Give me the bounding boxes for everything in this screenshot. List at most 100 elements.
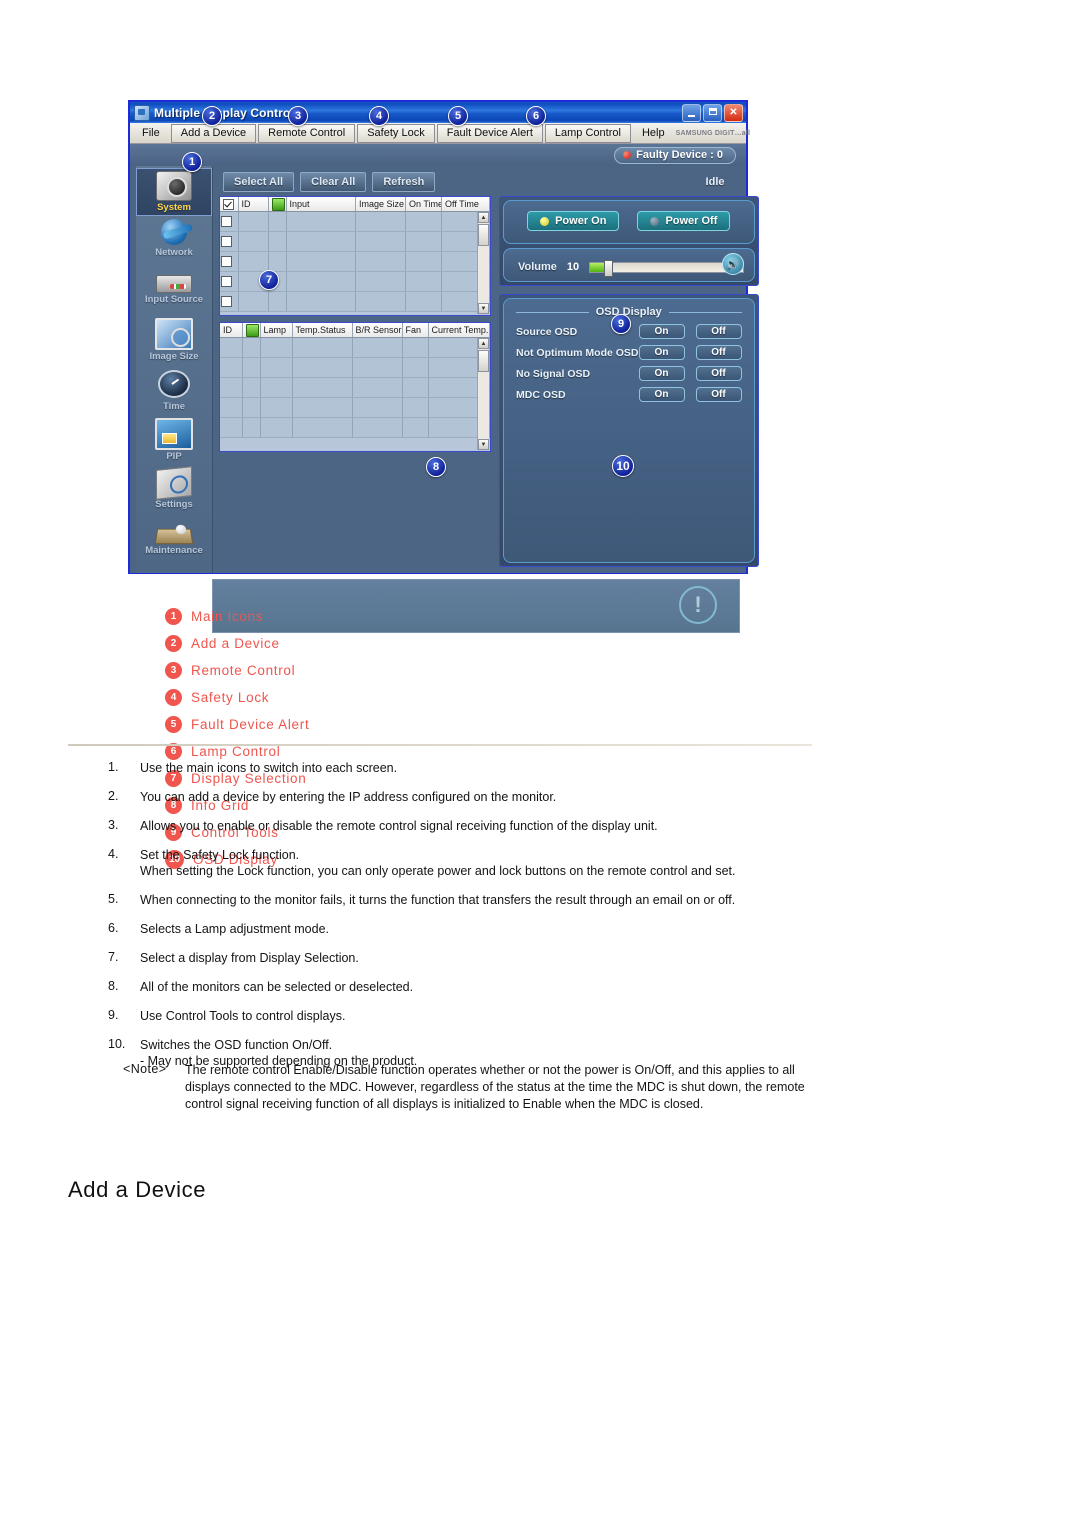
sidebar-item-time[interactable]: Time — [136, 366, 212, 416]
sidebar-item-network[interactable]: Network — [136, 216, 212, 266]
display-grid-scrollbar[interactable]: ▲ ▼ — [477, 212, 489, 314]
list-number: 9. — [108, 1008, 119, 1022]
osd-buttons-source: On Off — [638, 324, 746, 339]
list-item: 3. Allows you to enable or disable the r… — [108, 818, 828, 834]
panes: ID Input Image Size On Time Off Time ▲ ▼… — [219, 196, 759, 567]
checkbox-icon[interactable] — [221, 276, 232, 288]
table-row[interactable] — [220, 417, 490, 438]
page-title: Add a Device — [68, 1177, 207, 1202]
callout-6: 6 — [526, 106, 546, 126]
source-osd-off-button[interactable]: Off — [695, 324, 742, 339]
menu-help[interactable]: Help — [633, 125, 674, 142]
sidebar-item-maintenance[interactable]: Maintenance — [136, 516, 212, 566]
table-row[interactable] — [220, 377, 490, 398]
maximize-button[interactable] — [703, 103, 722, 122]
scroll-down-icon[interactable]: ▼ — [478, 439, 489, 450]
sidebar-item-settings[interactable]: Settings — [136, 466, 212, 516]
clear-all-button[interactable]: Clear All — [300, 172, 367, 192]
scrollbar-thumb[interactable] — [478, 350, 489, 372]
status-badge: Faulty Device : 0 — [614, 146, 736, 164]
table-row[interactable] — [220, 251, 490, 272]
table-row[interactable] — [220, 211, 490, 232]
menu-fault-device-alert[interactable]: Fault Device Alert — [436, 123, 543, 143]
list-text: When connecting to the monitor fails, it… — [140, 893, 736, 907]
checkbox-icon[interactable] — [221, 256, 232, 268]
scroll-up-icon[interactable]: ▲ — [478, 212, 489, 223]
osd-label-mdc-osd: MDC OSD — [516, 388, 566, 401]
checkbox-icon[interactable] — [221, 236, 232, 248]
legend-label-safety-lock: Safety Lock — [191, 690, 270, 705]
table-row[interactable] — [220, 357, 490, 378]
close-icon[interactable]: ✕ — [724, 103, 743, 122]
legend-number: 3 — [165, 662, 182, 679]
refresh-button[interactable]: Refresh — [372, 172, 436, 192]
mute-speaker-icon[interactable]: 🔊 — [721, 253, 744, 275]
window-controls: ✕ — [682, 103, 744, 122]
row-checkbox-cell[interactable] — [220, 211, 239, 232]
menu-add-a-device[interactable]: Add a Device — [170, 123, 257, 143]
row-checkbox-cell[interactable] — [220, 251, 239, 272]
menu-remote-control[interactable]: Remote Control — [258, 123, 356, 143]
no-signal-osd-on-button[interactable]: On — [638, 366, 685, 381]
source-osd-on-button[interactable]: On — [638, 324, 685, 339]
table-row[interactable] — [220, 231, 490, 252]
volume-slider-handle[interactable] — [604, 259, 614, 277]
col-power-status — [268, 197, 287, 212]
not-optimum-osd-off-button[interactable]: Off — [695, 345, 742, 360]
app-columns: System Network Input Source Image Size T… — [130, 166, 759, 573]
checkbox-icon[interactable] — [221, 216, 232, 228]
callout-2: 2 — [202, 106, 222, 126]
checkbox-icon[interactable] — [223, 198, 234, 210]
table-row[interactable] — [220, 397, 490, 418]
no-signal-osd-off-button[interactable]: Off — [695, 366, 742, 381]
list-text: Use Control Tools to control displays. — [140, 1009, 346, 1023]
divider — [668, 311, 742, 313]
callout-3: 3 — [288, 106, 308, 126]
select-all-button[interactable]: Select All — [223, 172, 295, 192]
scroll-up-icon[interactable]: ▲ — [478, 338, 489, 349]
faulty-indicator-icon — [623, 150, 632, 159]
row-checkbox-cell[interactable] — [220, 271, 239, 292]
select-all-checkbox-header[interactable] — [220, 197, 239, 212]
scroll-down-icon[interactable]: ▼ — [478, 303, 489, 314]
info-grid-scrollbar[interactable]: ▲ ▼ — [477, 338, 489, 450]
grid-toolbar: Select All Clear All Refresh Idle — [219, 168, 759, 196]
sidebar-label-system: System — [157, 202, 191, 213]
osd-buttons-no-signal: On Off — [638, 366, 746, 381]
row-checkbox-cell[interactable] — [220, 231, 239, 252]
scrollbar-track[interactable] — [478, 246, 489, 303]
list-number: 3. — [108, 818, 119, 832]
note-label: <Note> — [123, 1062, 167, 1076]
minimize-button[interactable] — [682, 103, 701, 122]
menu-file[interactable]: File — [133, 125, 169, 142]
sidebar-label-input-source: Input Source — [144, 294, 204, 305]
power-on-button[interactable]: Power On — [527, 211, 620, 231]
scrollbar-thumb[interactable] — [478, 224, 489, 246]
list-number: 2. — [108, 789, 119, 803]
display-selection-grid[interactable]: ID Input Image Size On Time Off Time ▲ ▼ — [219, 196, 491, 316]
sidebar-item-system[interactable]: System — [136, 168, 212, 216]
legend-label-fault-device-alert: Fault Device Alert — [191, 717, 310, 732]
power-on-label: Power On — [555, 215, 607, 227]
sidebar-item-pip[interactable]: PIP — [136, 416, 212, 466]
row-checkbox-cell[interactable] — [220, 291, 239, 312]
list-text: Select a display from Display Selection. — [140, 951, 359, 965]
sidebar-item-image-size[interactable]: Image Size — [136, 316, 212, 366]
osd-buttons-mdc: On Off — [638, 387, 746, 402]
mdc-osd-off-button[interactable]: Off — [695, 387, 742, 402]
right-pane: Power On Power Off Volume 10 🔊 OSD Displ… — [499, 196, 759, 567]
volume-slider[interactable] — [589, 259, 744, 277]
table-row[interactable] — [220, 337, 490, 358]
not-optimum-osd-on-button[interactable]: On — [638, 345, 685, 360]
menu-lamp-control[interactable]: Lamp Control — [544, 123, 631, 143]
sidebar-item-input-source[interactable]: Input Source — [136, 266, 212, 316]
scrollbar-track[interactable] — [478, 372, 489, 439]
mdc-osd-on-button[interactable]: On — [638, 387, 685, 402]
info-grid[interactable]: ID Lamp Temp.Status B/R Sensor Fan Curre… — [219, 322, 491, 452]
table-row[interactable] — [220, 291, 490, 312]
legend-item-3: 3 Remote Control — [165, 657, 455, 684]
power-off-button[interactable]: Power Off — [637, 211, 731, 231]
menu-safety-lock[interactable]: Safety Lock — [357, 123, 435, 143]
checkbox-icon[interactable] — [221, 296, 232, 308]
image-size-icon — [155, 318, 193, 350]
